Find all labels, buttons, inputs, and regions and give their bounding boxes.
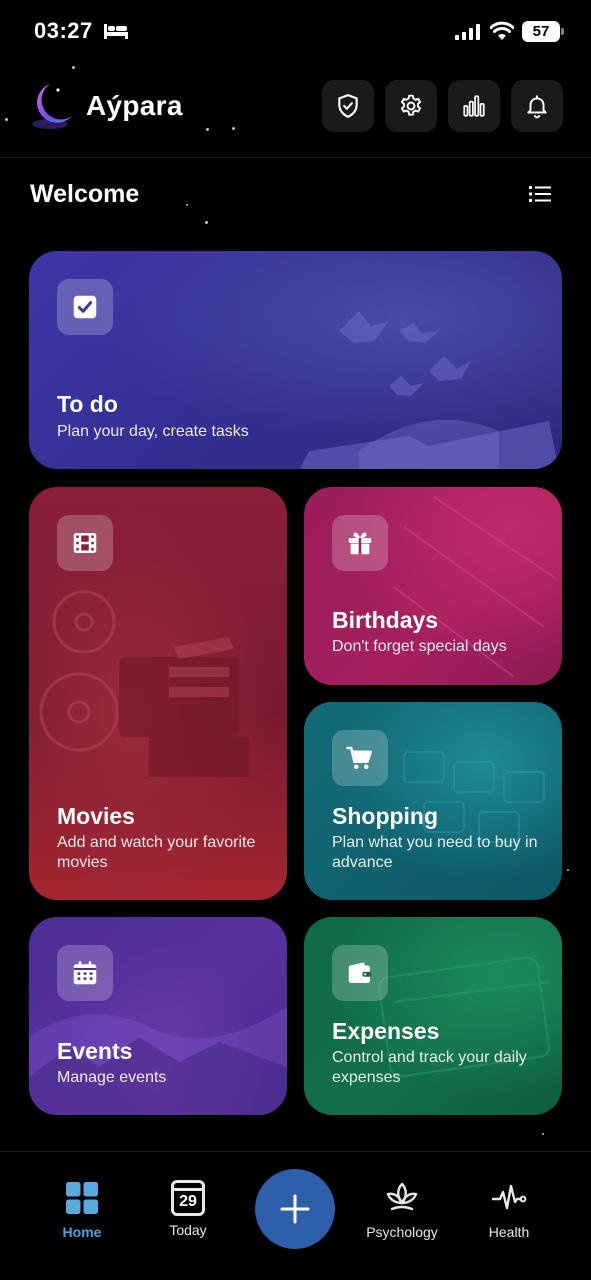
today-day-number: 29	[179, 1193, 197, 1210]
add-button[interactable]	[255, 1169, 335, 1249]
birthdays-title: Birthdays	[332, 607, 439, 633]
app-title: Aýpara	[86, 90, 183, 121]
birthdays-card[interactable]: Birthdays Don't forget special days	[304, 487, 562, 685]
movies-icon-box	[57, 515, 113, 571]
events-card[interactable]: Events Manage events	[29, 917, 287, 1115]
nav-psychology-label: Psychology	[366, 1224, 438, 1240]
gift-icon	[348, 532, 372, 555]
bar-chart-icon	[463, 95, 485, 117]
shopping-icon-box	[332, 730, 388, 786]
nav-today-label: Today	[169, 1222, 207, 1238]
checkbox-icon	[73, 295, 97, 319]
stats-button[interactable]	[448, 80, 500, 132]
movies-subtitle: Add and watch your favorite movies	[57, 834, 256, 871]
gear-icon	[400, 94, 422, 116]
nav-psychology[interactable]: Psychology	[357, 1180, 447, 1240]
nav-today[interactable]: 29 Today	[143, 1180, 233, 1238]
nav-health-label: Health	[488, 1224, 530, 1240]
movies-card[interactable]: Movies Add and watch your favorite movie…	[29, 487, 287, 900]
shopping-subtitle: Plan what you need to buy in advance	[332, 834, 538, 871]
todo-card[interactable]: To do Plan your day, create tasks	[29, 251, 562, 469]
film-projector-illustration	[39, 590, 249, 777]
bed-icon	[104, 24, 128, 39]
page-title: Welcome	[30, 180, 140, 208]
status-bar: 03:27 57	[0, 0, 591, 62]
notifications-button[interactable]	[511, 80, 563, 132]
events-icon-box	[57, 945, 113, 1001]
nav-home[interactable]: Home	[37, 1180, 127, 1240]
nav-home-label: Home	[62, 1224, 102, 1240]
wallet-icon	[348, 962, 372, 983]
nav-health[interactable]: Health	[464, 1180, 554, 1240]
app-header: Aýpara	[0, 62, 591, 158]
birthdays-icon-box	[332, 515, 388, 571]
cart-icon	[346, 746, 372, 769]
movies-title: Movies	[57, 803, 135, 829]
shield-check-icon	[338, 94, 358, 118]
calendar-icon	[73, 961, 97, 985]
calendar-day-icon: 29	[171, 1180, 205, 1216]
battery-icon: 57	[522, 21, 560, 42]
birthdays-subtitle: Don't forget special days	[332, 638, 507, 655]
status-time: 03:27	[34, 18, 93, 43]
todo-subtitle: Plan your day, create tasks	[57, 423, 249, 440]
bottom-nav: Home 29 Today Psychology Health	[0, 1151, 591, 1280]
bell-icon	[527, 95, 547, 119]
plus-icon	[280, 1194, 310, 1224]
todo-icon-box	[57, 279, 113, 335]
shopping-card[interactable]: Shopping Plan what you need to buy in ad…	[304, 702, 562, 900]
todo-title: To do	[57, 391, 118, 417]
list-icon[interactable]	[528, 184, 552, 204]
film-icon	[73, 533, 97, 553]
events-subtitle: Manage events	[57, 1069, 167, 1086]
events-title: Events	[57, 1038, 133, 1064]
heartbeat-icon	[491, 1184, 527, 1210]
expenses-title: Expenses	[332, 1018, 440, 1044]
battery-tip	[561, 28, 564, 35]
settings-button[interactable]	[385, 80, 437, 132]
wifi-icon	[490, 21, 514, 40]
expenses-subtitle: Control and track your daily expenses	[332, 1049, 527, 1086]
lotus-icon	[386, 1182, 418, 1211]
expenses-card[interactable]: Expenses Control and track your daily ex…	[304, 917, 562, 1115]
expenses-icon-box	[332, 945, 388, 1001]
crescent-moon-logo	[32, 84, 72, 129]
signal-icon	[455, 24, 480, 40]
shopping-title: Shopping	[332, 803, 439, 829]
shield-button[interactable]	[322, 80, 374, 132]
grid-icon	[66, 1182, 98, 1214]
